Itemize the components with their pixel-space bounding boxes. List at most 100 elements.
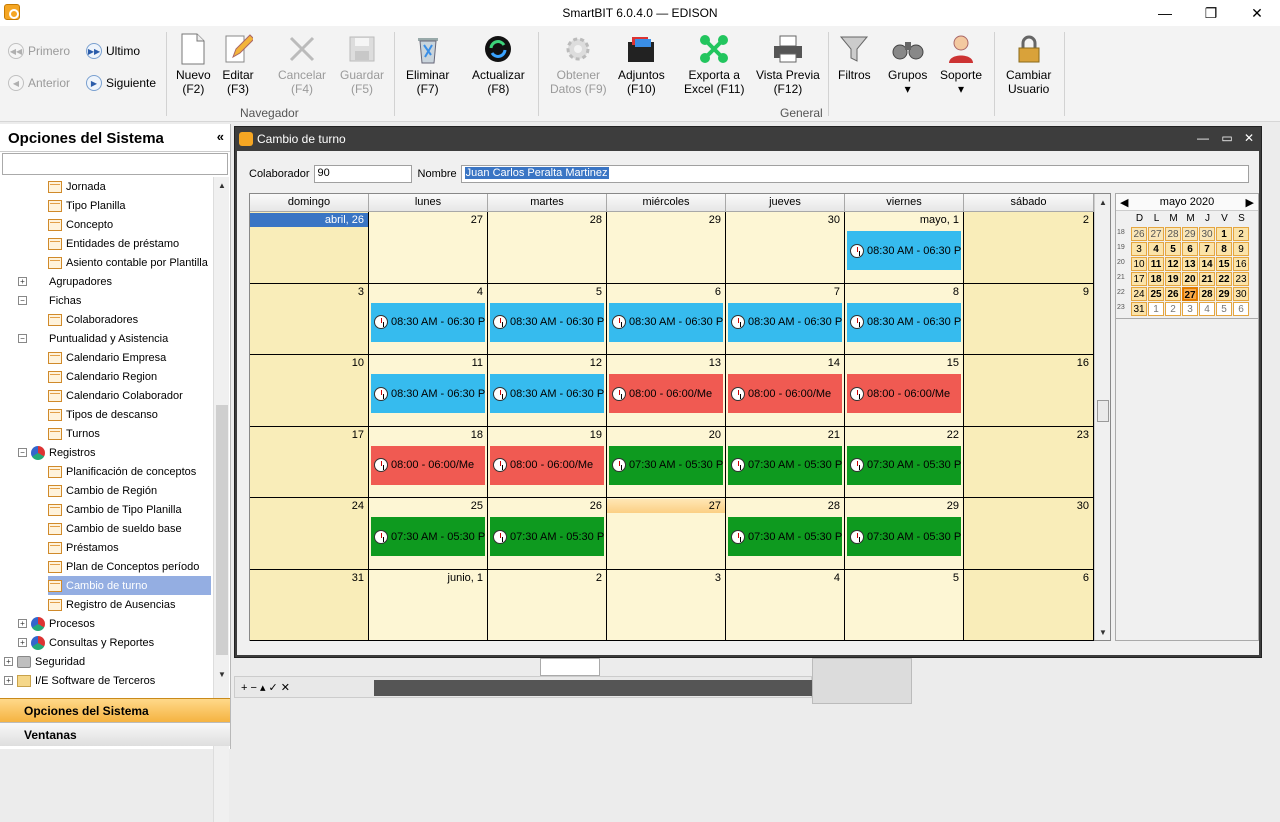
shift-appointment[interactable]: 08:30 AM - 06:30 PM — [847, 302, 961, 342]
shift-appointment[interactable]: 07:30 AM - 05:30 PM — [371, 517, 485, 556]
close-button[interactable]: ✕ — [1234, 0, 1280, 26]
mini-day[interactable]: 4 — [1148, 242, 1164, 256]
calendar-day-cell[interactable]: 19 08:00 - 06:00/Me — [488, 426, 607, 498]
calendar-day-cell[interactable]: 5 — [845, 569, 964, 641]
tree-item[interactable]: + Agrupadores — [18, 272, 112, 291]
child-minimize-button[interactable]: — — [1193, 131, 1213, 145]
tree-expander-icon[interactable]: − — [18, 448, 27, 457]
colaborador-input[interactable]: 90 — [313, 165, 412, 183]
calendar-day-cell[interactable]: 4 08:30 AM - 06:30 PM — [369, 283, 488, 355]
shift-appointment[interactable]: 08:00 - 06:00/Me — [847, 374, 961, 413]
mini-day[interactable]: 14 — [1199, 257, 1215, 271]
tree-item[interactable]: − Fichas — [18, 291, 81, 310]
calendar-day-cell[interactable]: 11 08:30 AM - 06:30 PM — [369, 355, 488, 427]
tree-item[interactable]: Tipo Planilla — [48, 196, 126, 215]
minimize-button[interactable]: — — [1142, 0, 1188, 26]
calendar-day-cell[interactable]: 31 — [250, 569, 369, 641]
tree-item[interactable]: + I/E Software de Terceros — [4, 671, 155, 690]
calendar-day-cell[interactable]: 3 — [250, 283, 369, 355]
tree-item[interactable]: + Procesos — [18, 614, 95, 633]
nombre-input[interactable]: Juan Carlos Peralta Martinez — [460, 165, 1249, 183]
ribbon-attachments-button[interactable]: Adjuntos (F10) — [618, 32, 665, 96]
mini-day[interactable]: 23 — [1233, 272, 1249, 286]
mini-day[interactable]: 2 — [1233, 227, 1249, 241]
shift-appointment[interactable]: 08:30 AM - 06:30 PM — [847, 231, 961, 270]
mini-day[interactable]: 16 — [1233, 257, 1249, 271]
shift-appointment[interactable]: 07:30 AM - 05:30 PM — [490, 517, 604, 556]
calendar-day-cell[interactable]: 8 08:30 AM - 06:30 PM — [845, 283, 964, 355]
shift-appointment[interactable]: 07:30 AM - 05:30 PM — [609, 445, 723, 485]
shift-appointment[interactable]: 08:30 AM - 06:30 PM — [490, 302, 604, 342]
ribbon-cancel-x-button[interactable]: Cancelar (F4) — [278, 32, 326, 96]
calendar-day-cell[interactable]: 10 — [250, 355, 369, 427]
calendar-day-cell[interactable]: 28 — [488, 212, 607, 284]
calendar-day-cell[interactable]: 23 — [964, 426, 1094, 498]
mini-day[interactable]: 2 — [1165, 302, 1181, 316]
tree-item[interactable]: Concepto — [48, 215, 113, 234]
ribbon-refresh-button[interactable]: Actualizar (F8) — [472, 32, 525, 96]
mini-day[interactable]: 8 — [1216, 242, 1232, 256]
mini-day[interactable]: 12 — [1165, 257, 1181, 271]
tree-item[interactable]: + Consultas y Reportes — [18, 633, 154, 652]
tree-item[interactable]: Cambio de turno — [48, 576, 211, 595]
calendar-day-cell[interactable]: 26 07:30 AM - 05:30 PM — [488, 498, 607, 570]
calendar-day-cell[interactable]: 2 — [488, 569, 607, 641]
mini-day[interactable]: 10 — [1131, 257, 1147, 271]
ribbon-trash-button[interactable]: Eliminar (F7) — [406, 32, 449, 96]
calendar-day-cell[interactable]: 28 07:30 AM - 05:30 PM — [726, 498, 845, 570]
tree-item[interactable]: Registro de Ausencias — [48, 595, 175, 614]
child-close-button[interactable]: ✕ — [1239, 131, 1259, 145]
tree-item[interactable]: Jornada — [48, 177, 106, 196]
tree-item[interactable]: Tipos de descanso — [48, 405, 158, 424]
cal-scroll-up-icon[interactable]: ▲ — [1095, 194, 1111, 210]
shift-appointment[interactable]: 08:30 AM - 06:30 PM — [728, 302, 842, 342]
mini-day[interactable]: 30 — [1199, 227, 1215, 241]
mini-day[interactable]: 5 — [1216, 302, 1232, 316]
tree-item[interactable]: Cambio de sueldo base — [48, 519, 182, 538]
mini-day[interactable]: 18 — [1148, 272, 1164, 286]
mini-day[interactable]: 5 — [1165, 242, 1181, 256]
horizontal-scrollbar[interactable] — [374, 680, 812, 696]
child-maximize-button[interactable]: ▭ — [1217, 131, 1237, 145]
calendar-day-cell[interactable]: 5 08:30 AM - 06:30 PM — [488, 283, 607, 355]
mini-day[interactable]: 31 — [1131, 302, 1147, 316]
mini-day[interactable]: 25 — [1148, 287, 1164, 301]
mini-day[interactable]: 1 — [1216, 227, 1232, 241]
mini-day[interactable]: 19 — [1165, 272, 1181, 286]
tree-expander-icon[interactable]: + — [18, 619, 27, 628]
calendar-day-cell[interactable]: 27 — [369, 212, 488, 284]
calendar-day-cell[interactable]: 9 — [964, 283, 1094, 355]
calendar-day-cell[interactable]: 2 — [964, 212, 1094, 284]
primero-button[interactable]: ◀◀ Primero — [8, 43, 70, 59]
scroll-down-icon[interactable]: ▼ — [214, 666, 230, 682]
tree-expander-icon[interactable]: − — [18, 296, 27, 305]
calendar-day-cell[interactable]: 13 08:00 - 06:00/Me — [607, 355, 726, 427]
ribbon-filter-funnel-button[interactable]: Filtros — [838, 32, 871, 82]
tree-item[interactable]: − Registros — [18, 443, 95, 462]
mini-day[interactable]: 1 — [1148, 302, 1164, 316]
mini-day[interactable]: 9 — [1233, 242, 1249, 256]
mini-prev-button[interactable]: ◀ — [1120, 196, 1128, 209]
shift-appointment[interactable]: 07:30 AM - 05:30 PM — [728, 517, 842, 556]
ribbon-printer-button[interactable]: Vista Previa (F12) — [756, 32, 820, 96]
tree-expander-icon[interactable]: − — [18, 334, 27, 343]
shift-appointment[interactable]: 08:00 - 06:00/Me — [728, 374, 842, 413]
tree-item[interactable]: Calendario Region — [48, 367, 157, 386]
calendar-day-cell[interactable]: 25 07:30 AM - 05:30 PM — [369, 498, 488, 570]
mini-day[interactable]: 24 — [1131, 287, 1147, 301]
tree-item[interactable]: − Puntualidad y Asistencia — [18, 329, 168, 348]
ribbon-save-disk-button[interactable]: Guardar (F5) — [340, 32, 384, 96]
sidebar-footer-ventanas[interactable]: Ventanas — [0, 722, 230, 746]
mini-day[interactable]: 27 — [1182, 287, 1198, 301]
tree-item[interactable]: Calendario Colaborador — [48, 386, 183, 405]
maximize-button[interactable]: ❐ — [1188, 0, 1234, 26]
cal-scroll-down-icon[interactable]: ▼ — [1095, 624, 1111, 640]
calendar-day-cell[interactable]: 27 — [607, 498, 726, 570]
tree-item[interactable]: Colaboradores — [48, 310, 138, 329]
tree-expander-icon[interactable]: + — [4, 676, 13, 685]
calendar-day-cell[interactable]: junio, 1 — [369, 569, 488, 641]
calendar-day-cell[interactable]: 24 — [250, 498, 369, 570]
tree-item[interactable]: Asiento contable por Plantilla — [48, 253, 208, 272]
ribbon-support-person-button[interactable]: Soporte ▾ — [940, 32, 982, 96]
sidebar-footer-opciones[interactable]: Opciones del Sistema — [0, 698, 230, 722]
